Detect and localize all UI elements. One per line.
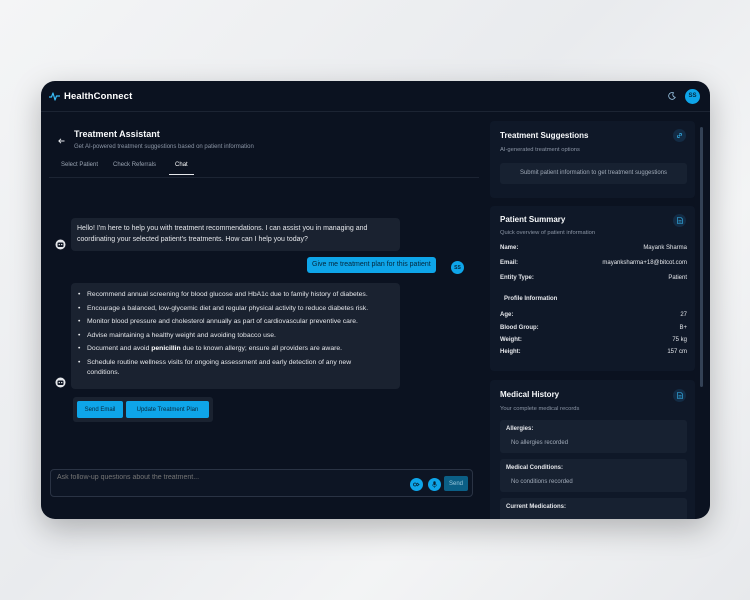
field-label: Height: <box>500 349 521 355</box>
age-row: Age: 27 <box>500 312 687 318</box>
rec-text: Document and avoid <box>87 345 152 352</box>
logo[interactable]: HealthConnect <box>49 91 132 102</box>
allergen-highlight: penicillin <box>151 345 181 352</box>
link-icon[interactable] <box>673 129 686 142</box>
side-panel: Treatment Suggestions AI-generated treat… <box>490 121 702 519</box>
field-label: Email: <box>500 260 519 266</box>
bot-message-greeting: Hello! I'm here to help you with treatme… <box>71 218 400 251</box>
field-value: B+ <box>679 325 687 331</box>
app-window: HealthConnect SS Treatment Assistant Get… <box>41 81 710 519</box>
allergies-value: No allergies recorded <box>511 440 569 446</box>
list-item: Encourage a balanced, low-glycemic diet … <box>77 304 394 314</box>
treatment-suggestions-card: Treatment Suggestions AI-generated treat… <box>490 121 695 198</box>
page-title: Treatment Assistant <box>74 129 160 139</box>
patient-email-row: Email: mayanksharma+18@bitcot.com <box>500 260 687 266</box>
app-title: HealthConnect <box>64 90 133 102</box>
medical-history-card: Medical History Your complete medical re… <box>490 380 695 519</box>
user-message: Give me treatment plan for this patient <box>307 257 436 273</box>
conditions-box: Medical Conditions: No conditions record… <box>500 459 687 492</box>
bot-message-plan: Recommend annual screening for blood glu… <box>71 283 400 389</box>
patient-name-row: Name: Mayank Sharma <box>500 245 687 251</box>
card-title: Treatment Suggestions <box>500 131 589 140</box>
list-item: Schedule routine wellness visits for ong… <box>77 358 394 378</box>
follow-up-input[interactable] <box>57 474 397 481</box>
height-row: Height: 157 cm <box>500 349 687 355</box>
field-value: Patient <box>668 275 687 281</box>
list-item: Monitor blood pressure and cholesterol a… <box>77 317 394 327</box>
allergies-label: Allergies: <box>506 426 534 432</box>
card-title: Patient Summary <box>500 215 566 224</box>
field-label: Entity Type: <box>500 275 534 281</box>
send-button[interactable]: Send <box>444 476 468 491</box>
bot-icon <box>55 375 66 393</box>
weight-row: Weight: 75 kg <box>500 337 687 343</box>
field-value: 75 kg <box>672 337 687 343</box>
tab-select-patient[interactable]: Select Patient <box>59 162 106 175</box>
field-value: mayanksharma+18@bitcot.com <box>602 260 687 266</box>
field-label: Age: <box>500 312 514 318</box>
microphone-icon[interactable] <box>428 478 441 491</box>
field-value: 27 <box>680 312 687 318</box>
tab-bar: Select Patient Check Referrals Chat <box>59 162 199 175</box>
bot-message-line: Hello! I'm here to help you with treatme… <box>77 225 368 232</box>
pulse-icon <box>49 91 60 101</box>
top-bar: HealthConnect SS <box>41 81 710 112</box>
field-label: Weight: <box>500 337 522 343</box>
rec-text: due to known allergy; ensure all provide… <box>180 345 343 352</box>
field-value: 157 cm <box>667 349 687 355</box>
back-arrow-icon[interactable] <box>58 131 65 149</box>
bot-message-line: coordinating your selected patient's tre… <box>77 236 308 243</box>
medications-box: Current Medications: <box>500 498 687 519</box>
card-subtitle: Quick overview of patient information <box>500 230 596 236</box>
bot-icon <box>55 237 66 255</box>
card-subtitle: AI-generated treatment options <box>500 147 580 153</box>
attach-icon[interactable] <box>410 478 423 491</box>
action-buttons: Send Email Update Treatment Plan <box>73 397 213 422</box>
list-item: Recommend annual screening for blood glu… <box>77 290 394 300</box>
document-icon[interactable] <box>673 214 686 227</box>
conditions-label: Medical Conditions: <box>506 465 563 471</box>
user-avatar[interactable]: SS <box>685 88 700 104</box>
rec-text: Schedule routine wellness visits for ong… <box>87 358 352 366</box>
tab-divider <box>49 177 479 178</box>
update-treatment-plan-button[interactable]: Update Treatment Plan <box>126 401 209 418</box>
tab-check-referrals[interactable]: Check Referrals <box>111 162 164 175</box>
side-panel-scrollbar[interactable] <box>700 127 703 387</box>
message-composer: Send <box>50 469 473 497</box>
field-label: Name: <box>500 245 519 251</box>
list-item: Advise maintaining a healthy weight and … <box>77 331 394 341</box>
patient-summary-card: Patient Summary Quick overview of patien… <box>490 206 695 371</box>
user-message-avatar: SS <box>451 261 464 274</box>
card-title: Medical History <box>500 390 560 399</box>
allergies-box: Allergies: No allergies recorded <box>500 420 687 453</box>
list-item: Document and avoid penicillin due to kno… <box>77 344 394 354</box>
send-email-button[interactable]: Send Email <box>77 401 123 418</box>
page-subtitle: Get AI-powered treatment suggestions bas… <box>74 144 254 150</box>
medications-label: Current Medications: <box>506 504 567 510</box>
blood-group-row: Blood Group: B+ <box>500 325 687 331</box>
field-value: Mayank Sharma <box>643 245 687 251</box>
suggestions-empty-state: Submit patient information to get treatm… <box>500 163 687 184</box>
rec-text: conditions. <box>87 368 120 376</box>
profile-section-label: Profile Information <box>504 296 558 302</box>
conditions-value: No conditions recorded <box>511 479 573 485</box>
card-subtitle: Your complete medical records <box>500 406 580 412</box>
moon-icon[interactable] <box>668 92 676 100</box>
page-header: Treatment Assistant Get AI-powered treat… <box>41 112 483 175</box>
chat-panel: Treatment Assistant Get AI-powered treat… <box>41 112 483 519</box>
recommendation-list: Recommend annual screening for blood glu… <box>77 290 394 378</box>
entity-type-row: Entity Type: Patient <box>500 275 687 281</box>
field-label: Blood Group: <box>500 325 539 331</box>
tab-chat[interactable]: Chat <box>169 162 194 175</box>
document-icon[interactable] <box>673 389 686 402</box>
